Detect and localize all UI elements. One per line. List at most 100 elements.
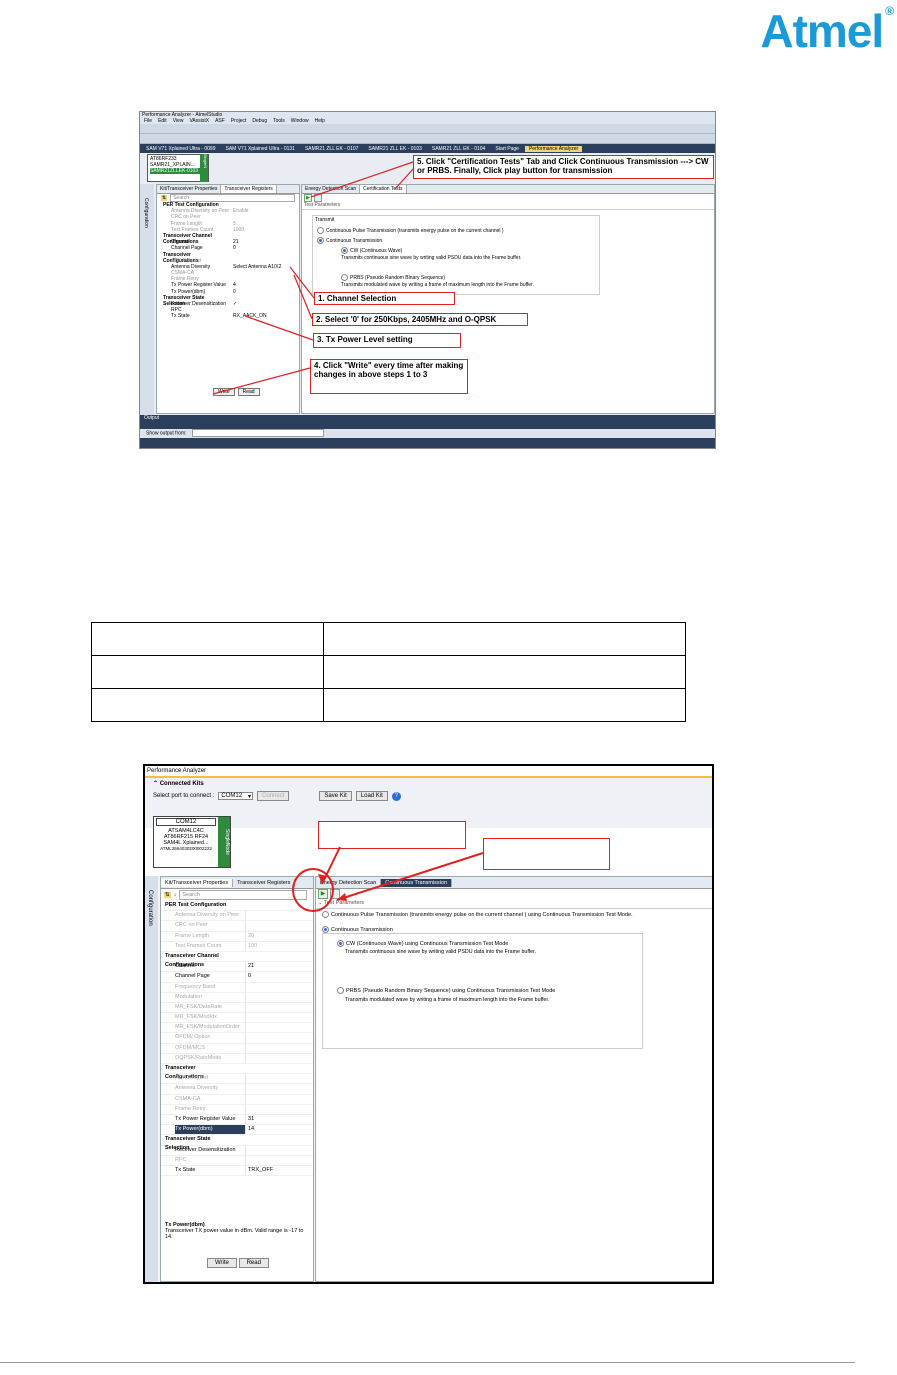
properties-panel: Kit/Transceiver Properties Transceiver Re…: [160, 876, 314, 1282]
property-name: Transceiver Channel Configurations: [165, 952, 219, 968]
property-row[interactable]: Test Frames Count 100: [161, 941, 313, 952]
property-row[interactable]: CRC on Peer: [161, 921, 313, 932]
table-row: [91, 688, 686, 722]
property-name: CSMA-CA: [175, 1095, 201, 1102]
radio-selected-icon: [322, 926, 329, 933]
property-name: Channel Page: [175, 973, 210, 980]
property-name: Tx Power Register Value: [175, 1115, 236, 1122]
property-grid: PER Test Configuration Antenna Diversity …: [161, 901, 313, 1177]
property-section: Transceiver Configurations: [161, 1064, 313, 1080]
property-value[interactable]: [245, 1043, 311, 1053]
opt-prbs[interactable]: PRBS (Pseudo Random Binary Sequence) usi…: [337, 987, 555, 994]
property-value[interactable]: [245, 992, 311, 1002]
property-row[interactable]: Tx Power Register Value 31: [161, 1114, 313, 1126]
property-name: Receiver Desensitization: [175, 1146, 236, 1153]
property-section: Transceiver Channel Configurations: [161, 952, 313, 968]
property-value[interactable]: [245, 1053, 311, 1063]
property-name: Test Frames Count: [175, 942, 222, 949]
annotation-arrows: [212, 161, 415, 395]
radio-icon: [337, 987, 344, 994]
property-value[interactable]: 14: [245, 1125, 311, 1135]
property-name: CRC on Peer: [175, 922, 208, 929]
property-name: MR_FSK/DataRate: [175, 1003, 223, 1010]
property-value[interactable]: 21: [245, 962, 311, 972]
window-title: Performance Analyzer: [145, 766, 712, 778]
property-row[interactable]: MR_FSK/DataRate: [161, 1002, 313, 1014]
property-row[interactable]: Channel Page 0: [161, 972, 313, 983]
property-name: MR_FSK/ModulationOrder: [175, 1024, 240, 1031]
property-row[interactable]: ACK Request: [161, 1074, 313, 1085]
property-value[interactable]: [245, 1033, 311, 1043]
property-row[interactable]: Receiver Desensitization: [161, 1145, 313, 1156]
property-row[interactable]: OQPSK/RateMode: [161, 1053, 313, 1064]
property-name: OFDM/MCS: [175, 1044, 205, 1051]
property-row[interactable]: OFDM/MCS: [161, 1043, 313, 1054]
property-row[interactable]: Modulation: [161, 992, 313, 1003]
property-value[interactable]: 31: [245, 1114, 311, 1125]
property-name: Tx State: [175, 1166, 196, 1173]
property-name: Antenna Diversity: [175, 1085, 219, 1092]
property-name: OQPSK/RateMode: [175, 1054, 222, 1061]
footer-divider: [0, 1362, 855, 1363]
cw-description: Transmits continuous sine wave by writin…: [345, 949, 537, 955]
property-description: Tx Power(dbm) Transceiver TX power value…: [161, 1222, 313, 1240]
description-text: Transceiver TX power value in dBm. Valid…: [165, 1228, 304, 1240]
property-value[interactable]: TRX_OFF: [245, 1165, 311, 1176]
property-section: Transceiver State Selection: [161, 1135, 313, 1152]
property-name: Frame Retry: [175, 1105, 206, 1112]
property-name: Channel: [175, 963, 196, 970]
property-row[interactable]: Frame Retry: [161, 1104, 313, 1115]
property-value[interactable]: 20: [245, 931, 311, 941]
prbs-description: Transmits modulated wave by writing a fr…: [345, 997, 550, 1003]
property-row[interactable]: MR_FSK/ModIdx: [161, 1013, 313, 1024]
property-name: Frame Length: [175, 932, 210, 939]
property-value[interactable]: [245, 1104, 311, 1114]
collapse-icon[interactable]: ⌃: [153, 781, 158, 787]
read-button[interactable]: Read: [238, 1258, 269, 1268]
configuration-sidebar[interactable]: Configuration: [145, 876, 158, 1282]
property-row[interactable]: Tx Power(dbm) 14: [161, 1125, 313, 1136]
property-name: RPC: [175, 1156, 187, 1163]
property-row[interactable]: RPC: [161, 1155, 313, 1166]
connected-kits-label: Connected Kits: [159, 781, 204, 787]
radio-selected-icon: [337, 940, 344, 947]
property-name: MR_FSK/ModIdx: [175, 1014, 217, 1021]
property-value[interactable]: [245, 1094, 311, 1104]
property-value[interactable]: [245, 1002, 311, 1013]
table-row: [91, 655, 686, 689]
property-row[interactable]: Frequency Band: [161, 982, 313, 993]
property-row[interactable]: Frame Length 20: [161, 931, 313, 942]
write-read-buttons: Write Read: [207, 1258, 269, 1268]
property-row[interactable]: Antenna Diversity: [161, 1084, 313, 1095]
property-value[interactable]: [245, 1074, 311, 1084]
property-value[interactable]: 100: [245, 941, 311, 951]
property-value[interactable]: [245, 1084, 311, 1094]
property-name: Transceiver Configurations: [165, 1065, 205, 1080]
property-name: Frequency Band: [175, 983, 216, 990]
property-value[interactable]: [245, 982, 311, 992]
property-value[interactable]: [245, 1145, 311, 1155]
property-value[interactable]: [245, 921, 311, 931]
write-button[interactable]: Write: [207, 1258, 237, 1268]
property-name: OFDM/ Option: [175, 1034, 211, 1041]
property-value[interactable]: [245, 1013, 311, 1023]
continuous-transmission-panel: Energy Detection Scan Continuous Transmis…: [315, 876, 712, 1282]
property-name: Transceiver State Selection: [165, 1136, 211, 1152]
opt-cw[interactable]: CW (Continuous Wave) using Continuous Tr…: [337, 940, 508, 947]
property-name: ACK Request: [175, 1075, 209, 1082]
property-value[interactable]: [245, 1155, 311, 1165]
property-row[interactable]: CSMA-CA: [161, 1094, 313, 1105]
continuous-transmission-group: CW (Continuous Wave) using Continuous Tr…: [322, 933, 643, 1049]
port-select[interactable]: COM12: [218, 792, 254, 800]
property-value[interactable]: 0: [245, 972, 311, 982]
select-port-label: Select port to connect :: [153, 793, 215, 799]
property-row[interactable]: Channel 21: [161, 962, 313, 973]
property-name: Modulation: [175, 993, 202, 1000]
property-row[interactable]: OFDM/ Option: [161, 1033, 313, 1044]
property-name: Tx Power(dbm): [175, 1125, 245, 1135]
opt-continuous-transmission[interactable]: Continuous Transmission: [322, 926, 393, 933]
property-row[interactable]: MR_FSK/ModulationOrder: [161, 1023, 313, 1034]
property-value[interactable]: [245, 1023, 311, 1033]
table-row: [91, 622, 686, 656]
property-row[interactable]: Tx State TRX_OFF: [161, 1165, 313, 1177]
